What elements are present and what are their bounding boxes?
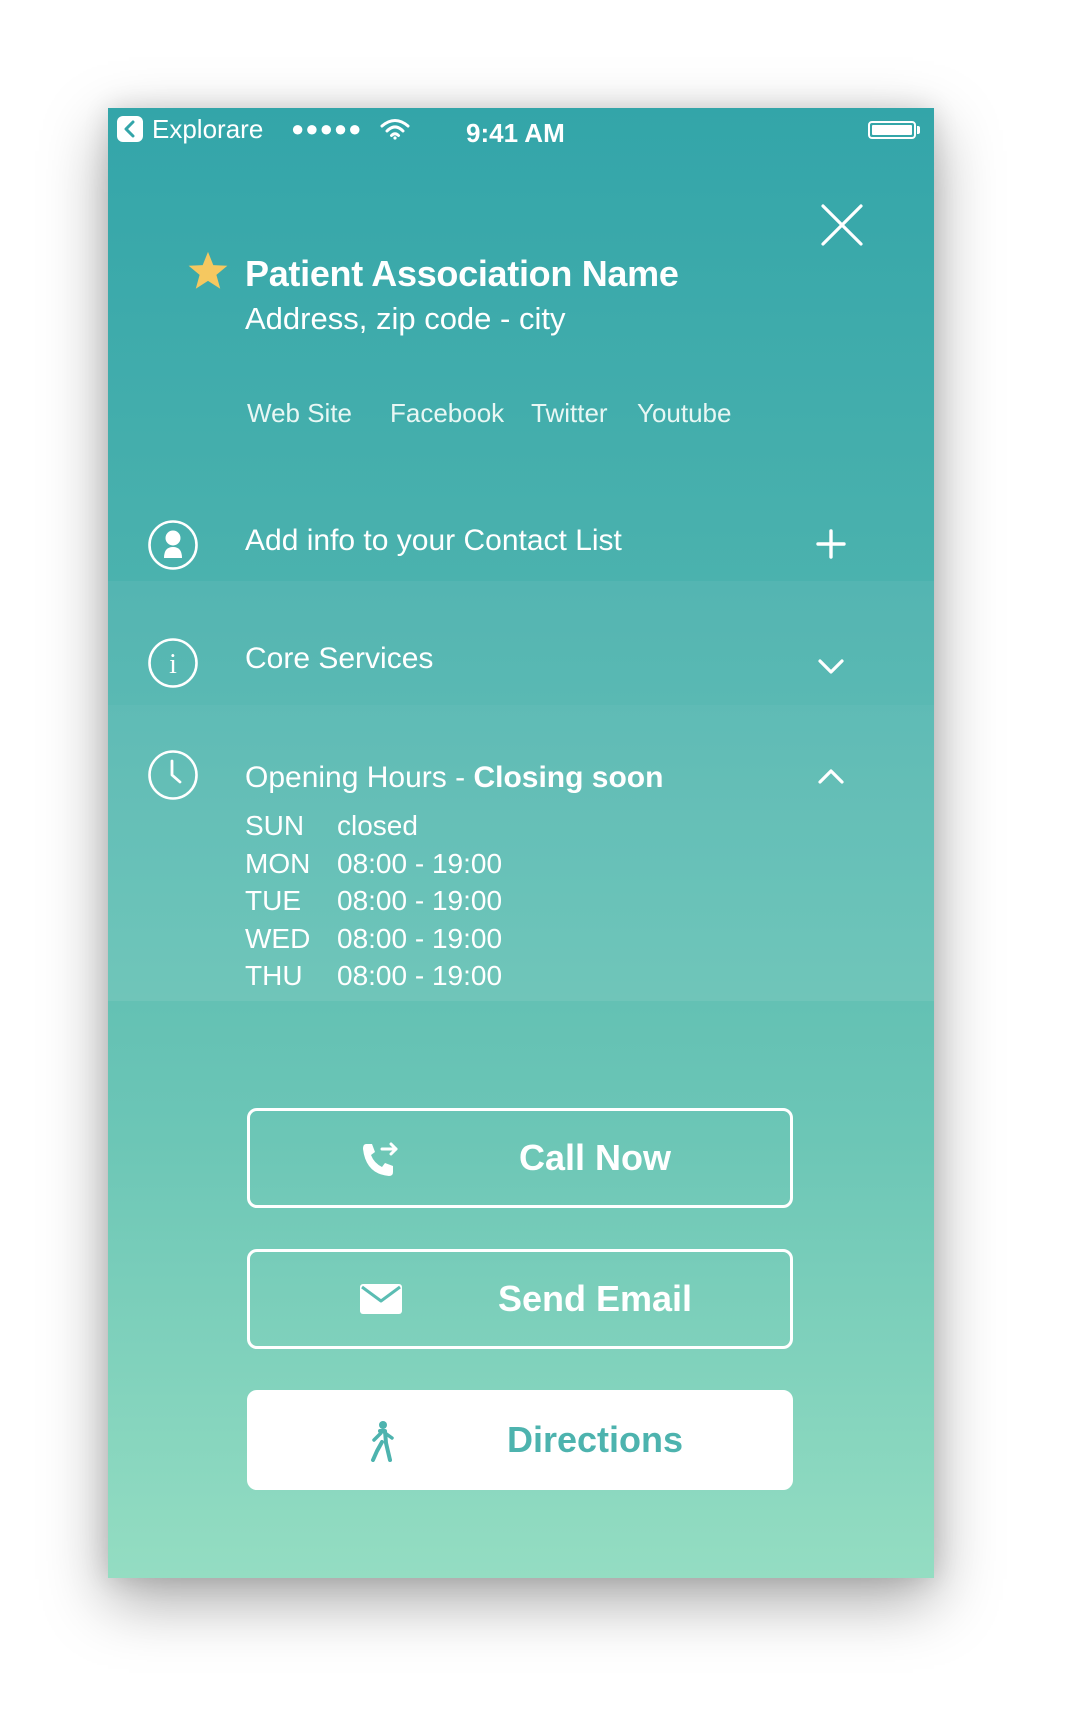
hours-day: MON <box>245 847 311 879</box>
link-facebook[interactable]: Facebook <box>390 398 504 429</box>
hours-row[interactable]: Opening Hours - Closing soon SUN closed … <box>108 705 934 1001</box>
hours-time: closed <box>337 810 418 841</box>
phone-icon <box>363 1142 398 1176</box>
hours-day: WED <box>245 922 311 954</box>
hours-time: 08:00 - 19:00 <box>337 847 503 879</box>
close-icon[interactable] <box>820 203 864 247</box>
back-app-label[interactable]: Explorare <box>152 114 263 145</box>
contact-row[interactable]: Add info to your Contact List <box>108 453 934 581</box>
battery-icon <box>868 121 916 139</box>
chevron-down-icon[interactable] <box>816 651 846 681</box>
services-row[interactable]: i Core Services <box>108 581 934 705</box>
battery-tip <box>917 126 920 134</box>
chevron-up-icon[interactable] <box>816 762 846 792</box>
svg-text:i: i <box>169 649 177 680</box>
info-icon: i <box>148 638 198 688</box>
hours-day: SUN <box>245 810 305 841</box>
link-youtube[interactable]: Youtube <box>637 398 731 429</box>
hours-label: Opening Hours - Closing soon <box>245 761 663 795</box>
status-bar: Explorare ●●●●● 9:41 AM <box>108 108 934 156</box>
star-icon[interactable] <box>186 250 230 292</box>
phone-screen: Explorare ●●●●● 9:41 AM Patient Associat… <box>108 108 934 1578</box>
signal-strength: ●●●●● <box>291 116 363 141</box>
envelope-icon <box>360 1284 402 1314</box>
status-time: 9:41 AM <box>466 118 565 148</box>
hours-time: 08:00 - 19:00 <box>337 960 503 991</box>
clock-icon <box>148 750 198 800</box>
contact-label: Add info to your Contact List <box>245 524 622 557</box>
wifi-icon <box>380 119 410 140</box>
hours-time: 08:00 - 19:00 <box>337 885 503 916</box>
person-icon <box>148 520 198 570</box>
link-website[interactable]: Web Site <box>247 398 352 429</box>
link-twitter[interactable]: Twitter <box>531 398 608 429</box>
hours-day: THU <box>245 960 303 991</box>
directions-button[interactable]: Directions <box>247 1390 793 1490</box>
call-now-button[interactable]: Call Now <box>247 1108 793 1208</box>
plus-icon[interactable] <box>816 529 846 559</box>
services-label: Core Services <box>245 642 434 675</box>
send-email-button[interactable]: Send Email <box>247 1249 793 1349</box>
directions-label: Directions <box>506 1419 684 1460</box>
hours-status: Closing soon <box>473 761 664 794</box>
walking-icon <box>371 1421 394 1462</box>
hours-time: 08:00 - 19:00 <box>337 922 503 954</box>
page-title: Patient Association Name <box>245 253 679 294</box>
hours-day: TUE <box>245 885 301 916</box>
address-text: Address, zip code - city <box>245 301 566 336</box>
hours-title: Opening Hours - <box>245 761 474 794</box>
call-now-label: Call Now <box>518 1137 671 1178</box>
send-email-label: Send Email <box>497 1278 693 1319</box>
back-chevron-icon[interactable] <box>117 116 143 142</box>
